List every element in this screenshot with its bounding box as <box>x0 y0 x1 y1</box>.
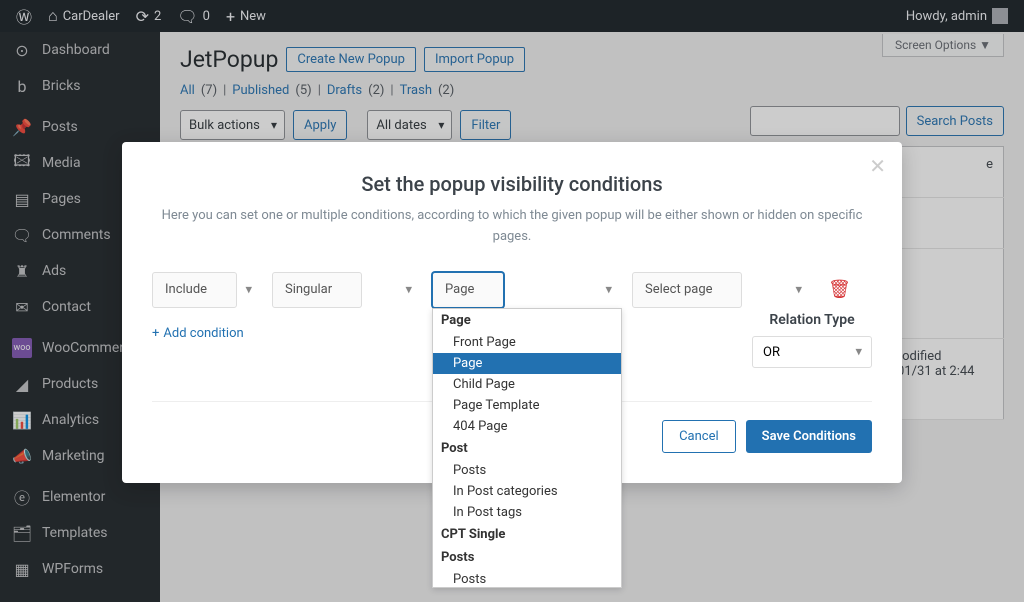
dropdown-item[interactable]: Page Template <box>433 395 621 416</box>
cancel-button[interactable]: Cancel <box>662 420 736 453</box>
relation-select[interactable]: OR <box>752 336 872 368</box>
dropdown-group: Page <box>433 309 621 332</box>
select-page-select[interactable]: Select page <box>632 272 742 308</box>
page-type-select[interactable]: Page <box>432 272 504 308</box>
save-button[interactable]: Save Conditions <box>746 420 872 453</box>
updates-count: 2 <box>154 9 161 24</box>
home-icon: ⌂ <box>48 6 58 26</box>
comments-count: 0 <box>203 9 210 24</box>
updates-item[interactable]: ⟳2 <box>128 0 170 32</box>
dropdown-item[interactable]: Posts <box>433 460 621 481</box>
add-condition-button[interactable]: + Add condition <box>152 326 244 341</box>
site-name: CarDealer <box>63 9 120 24</box>
trash-icon[interactable]: 🗑 <box>822 279 857 300</box>
close-icon[interactable]: ✕ <box>869 154 886 178</box>
modal-description: Here you can set one or multiple conditi… <box>152 206 872 248</box>
new-label: New <box>240 9 266 24</box>
dropdown-group: Posts <box>433 546 621 569</box>
singular-select[interactable]: Singular <box>272 272 362 308</box>
wp-logo-item[interactable]: Ⓦ <box>8 0 40 32</box>
dropdown-item[interactable]: Page <box>433 353 621 374</box>
include-select[interactable]: Include <box>152 272 237 308</box>
comment-icon: 🗨 <box>177 7 197 26</box>
refresh-icon: ⟳ <box>136 7 149 26</box>
dropdown-item[interactable]: In Post tags <box>433 502 621 523</box>
conditions-modal: ✕ Set the popup visibility conditions He… <box>122 142 902 483</box>
dropdown-item[interactable]: In Post categories <box>433 481 621 502</box>
comments-item[interactable]: 🗨0 <box>169 0 218 32</box>
new-item[interactable]: + New <box>218 0 274 32</box>
wordpress-icon: Ⓦ <box>16 4 32 28</box>
relation-type-block: Relation Type OR <box>752 312 872 368</box>
page-type-dropdown: PageFront PagePageChild PagePage Templat… <box>432 308 622 588</box>
dropdown-item[interactable]: Child Page <box>433 374 621 395</box>
avatar <box>992 8 1008 24</box>
plus-icon: + <box>152 326 159 341</box>
condition-row: Include Singular Page PageFront PagePage… <box>152 272 872 308</box>
adminbar-left: Ⓦ ⌂CarDealer ⟳2 🗨0 +New <box>8 0 274 32</box>
site-name-item[interactable]: ⌂ CarDealer <box>40 0 128 32</box>
plus-icon: + <box>226 7 235 26</box>
dropdown-group: CPT Single <box>433 523 621 546</box>
greeting: Howdy, admin <box>906 9 987 24</box>
modal-title: Set the popup visibility conditions <box>152 172 872 196</box>
admin-bar: Ⓦ ⌂CarDealer ⟳2 🗨0 +New Howdy, admin <box>0 0 1024 32</box>
relation-label: Relation Type <box>752 312 872 328</box>
dropdown-group: Post <box>433 437 621 460</box>
modal-overlay[interactable]: ✕ Set the popup visibility conditions He… <box>0 32 1024 602</box>
dropdown-item[interactable]: Front Page <box>433 332 621 353</box>
howdy-item[interactable]: Howdy, admin <box>898 0 1016 32</box>
dropdown-item[interactable]: Posts <box>433 569 621 588</box>
dropdown-item[interactable]: 404 Page <box>433 416 621 437</box>
adminbar-right: Howdy, admin <box>898 0 1016 32</box>
